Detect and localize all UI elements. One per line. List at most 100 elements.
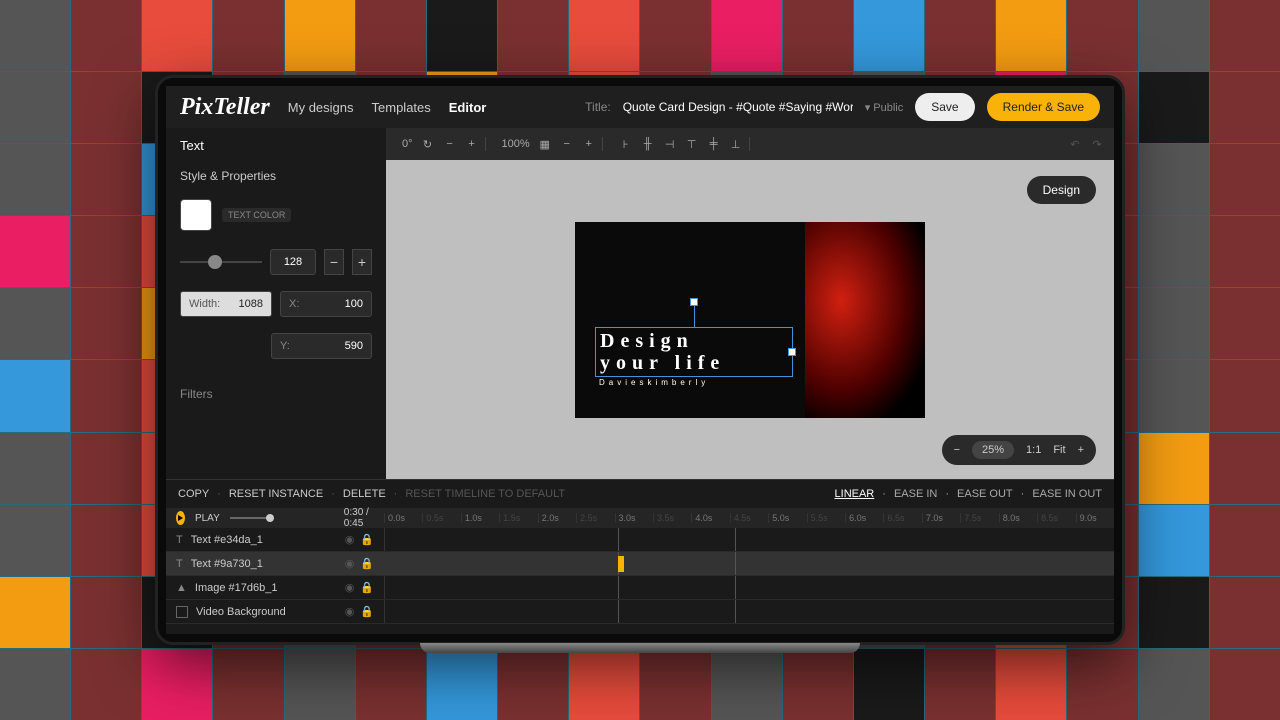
redo-icon[interactable]: ↷ [1090,137,1104,151]
track-lane[interactable] [384,552,1114,575]
copy-button[interactable]: COPY [178,488,209,500]
transparency-icon[interactable]: ▦ [538,137,552,151]
opacity-plus[interactable]: + [582,137,596,151]
checkbox-icon[interactable] [176,606,188,618]
zoom-fit[interactable]: Fit [1053,444,1065,456]
keyframe[interactable] [618,556,624,572]
text-selection[interactable]: Design your life [595,327,793,377]
easing-controls: LINEAR· EASE IN· EASE OUT· EASE IN OUT [835,488,1102,500]
track-lane[interactable] [384,600,1114,623]
delete-button[interactable]: DELETE [343,488,386,500]
title-value[interactable]: Quote Card Design - #Quote #Saying #Word… [623,100,853,114]
track-type-icon: T [176,534,183,546]
rotate-value[interactable]: 0° [402,138,413,150]
visibility-icon[interactable]: ◉ [345,533,355,546]
play-button[interactable] [176,511,185,525]
rotate-plus[interactable]: + [465,137,479,151]
visibility-icon[interactable]: ◉ [345,605,355,618]
render-save-button[interactable]: Render & Save [987,93,1100,121]
title-label: Title: [585,100,611,114]
canvas-viewport[interactable]: Design Design your life Davieskimberly −… [386,160,1114,479]
opacity-minus[interactable]: − [560,137,574,151]
zoom-fit-11[interactable]: 1:1 [1026,444,1041,456]
ease-in-out[interactable]: EASE IN OUT [1032,488,1102,500]
ease-in[interactable]: EASE IN [894,488,937,500]
track-lane[interactable] [384,576,1114,599]
play-slider-handle[interactable] [266,514,274,522]
rotate-minus[interactable]: − [443,137,457,151]
size-input[interactable] [270,249,316,275]
size-plus-button[interactable]: + [352,249,372,275]
design-mode-button[interactable]: Design [1027,176,1096,204]
track-lane[interactable] [384,528,1114,551]
timeline-tick: 7.5s [960,513,998,523]
timeline-tick: 8.5s [1037,513,1075,523]
track-label: Text #e34da_1 [191,534,263,546]
reset-instance-button[interactable]: RESET INSTANCE [229,488,323,500]
ease-linear[interactable]: LINEAR [835,488,875,500]
lock-icon[interactable]: 🔒 [360,605,374,618]
nav-my-designs[interactable]: My designs [288,100,354,115]
lock-icon[interactable]: 🔒 [360,533,374,546]
align-middle-icon[interactable]: ╪ [707,137,721,151]
ease-out[interactable]: EASE OUT [957,488,1013,500]
size-slider-handle[interactable] [208,255,222,269]
timeline-tick: 4.5s [730,513,768,523]
zoom-in-icon[interactable]: + [1078,444,1084,456]
zoom-value[interactable]: 25% [972,441,1014,459]
width-input[interactable]: Width: 1088 [180,291,272,317]
timeline-tick: 5.0s [768,513,806,523]
rotate-icon[interactable]: ↻ [421,137,435,151]
timeline-tick: 6.5s [883,513,921,523]
visibility-icon[interactable]: ◉ [345,581,355,594]
x-input[interactable]: X: 100 [280,291,372,317]
filters-section[interactable]: Filters [180,387,372,401]
opacity-value[interactable]: 100% [502,138,530,150]
size-minus-button[interactable]: − [324,249,344,275]
resize-handle-right[interactable] [788,348,796,356]
canvas-toolbar: 0° ↻ − + 100% ▦ − + ⊦ ╫ ⊣ ⊤ ╪ ⊥ ↶ ↷ [386,128,1114,160]
align-left-icon[interactable]: ⊦ [619,137,633,151]
app-window: PixTeller My designs Templates Editor Ti… [166,86,1114,634]
timeline-tick: 5.5s [807,513,845,523]
track-type-icon: T [176,558,183,570]
visibility-toggle[interactable]: ▾ Public [865,101,904,114]
play-slider[interactable] [230,517,270,519]
lock-icon[interactable]: 🔒 [360,557,374,570]
design-text-line1[interactable]: Design [600,330,788,352]
save-button[interactable]: Save [915,93,974,121]
sidebar-text-section[interactable]: Text [180,138,372,153]
canvas-area: 0° ↻ − + 100% ▦ − + ⊦ ╫ ⊣ ⊤ ╪ ⊥ ↶ ↷ [386,128,1114,479]
x-value: 100 [345,298,363,310]
nav-templates[interactable]: Templates [372,100,431,115]
zoom-out-icon[interactable]: − [954,444,960,456]
artboard[interactable]: Design your life Davieskimberly [575,222,925,418]
timeline-track[interactable]: Video Background◉🔒 [166,600,1114,624]
timeline-track[interactable]: ▲Image #17d6b_1◉🔒 [166,576,1114,600]
nav-editor[interactable]: Editor [449,100,487,115]
width-value: 1088 [239,298,263,310]
text-color-swatch[interactable] [180,199,212,231]
undo-icon[interactable]: ↶ [1068,137,1082,151]
size-slider[interactable] [180,261,262,263]
author-text[interactable]: Davieskimberly [599,378,709,387]
align-center-icon[interactable]: ╫ [641,137,655,151]
y-input[interactable]: Y: 590 [271,333,372,359]
timeline-tick: 6.0s [845,513,883,523]
timeline-track[interactable]: TText #9a730_1◉🔒 [166,552,1114,576]
timeline-actions: COPY· RESET INSTANCE· DELETE· RESET TIME… [166,480,1114,508]
logo: PixTeller [180,94,270,121]
align-right-icon[interactable]: ⊣ [663,137,677,151]
sidebar-style-section[interactable]: Style & Properties [180,169,372,183]
timeline-tick: 0.0s [384,513,422,523]
width-label: Width: [189,298,220,310]
design-text-line2[interactable]: your life [600,352,788,374]
y-value: 590 [345,340,363,352]
timeline-ruler[interactable]: 0.0s0.5s1.0s1.5s2.0s2.5s3.0s3.5s4.0s4.5s… [384,513,1114,523]
lock-icon[interactable]: 🔒 [360,581,374,594]
visibility-icon[interactable]: ◉ [345,557,355,570]
rotate-handle[interactable] [690,298,698,306]
align-bottom-icon[interactable]: ⊥ [729,137,743,151]
timeline-track[interactable]: T Text #e34da_1 ◉ 🔒 [166,528,1114,552]
align-top-icon[interactable]: ⊤ [685,137,699,151]
